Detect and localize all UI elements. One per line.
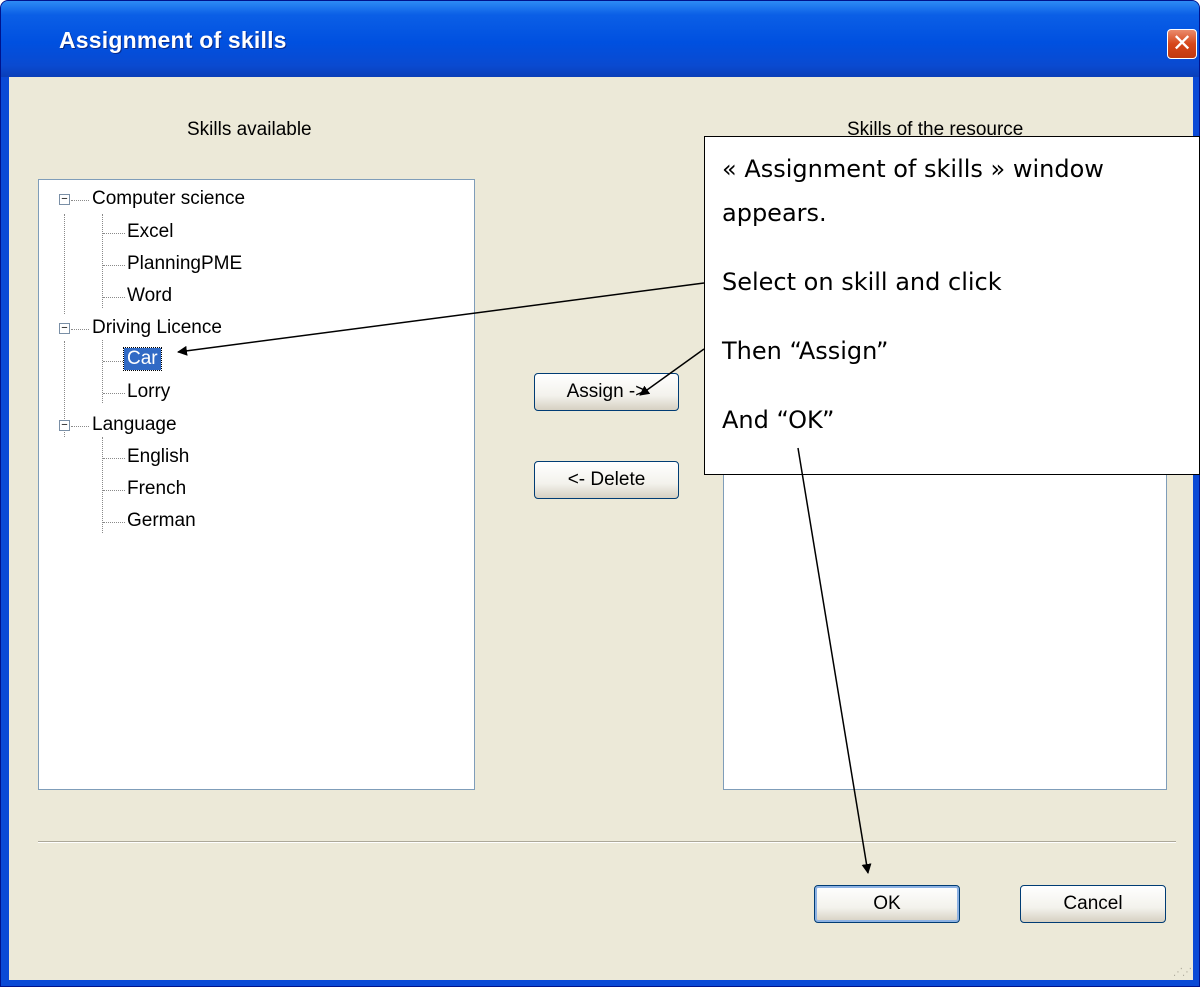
annotation-arrows bbox=[177, 282, 872, 874]
arrow-to-car bbox=[177, 282, 705, 356]
arrow-to-ok bbox=[797, 447, 872, 874]
arrow-to-assign bbox=[639, 348, 705, 396]
